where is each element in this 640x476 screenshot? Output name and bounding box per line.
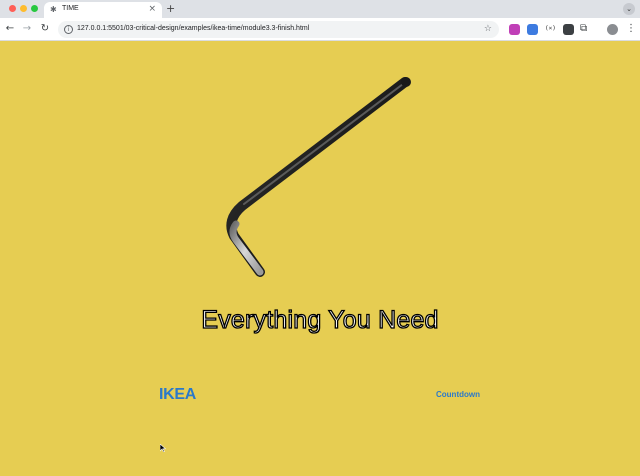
extension-icon[interactable]	[509, 24, 520, 35]
mouse-cursor-icon	[160, 444, 166, 452]
browser-toolbar: ← → ↻ i 127.0.0.1:5501/03-critical-desig…	[0, 18, 640, 41]
new-tab-button[interactable]: +	[166, 2, 175, 15]
ikea-logo[interactable]: IKEA	[159, 386, 196, 404]
countdown-link[interactable]: Countdown	[436, 390, 480, 399]
translate-extension-icon[interactable]	[527, 24, 538, 35]
tab-favicon-icon: ✱	[50, 5, 57, 14]
site-info-icon[interactable]: i	[64, 25, 73, 34]
extensions-menu-icon[interactable]: ⧉	[580, 22, 587, 36]
address-bar[interactable]: i 127.0.0.1:5501/03-critical-design/exam…	[58, 21, 499, 38]
browser-menu-icon[interactable]: ⋮	[626, 22, 636, 36]
window-maximize-button[interactable]	[31, 5, 38, 12]
tab-close-icon[interactable]: ×	[148, 4, 156, 15]
page-headline: Everything You Need	[201, 305, 439, 334]
window-minimize-button[interactable]	[20, 5, 27, 12]
url-text[interactable]: 127.0.0.1:5501/03-critical-design/exampl…	[77, 25, 309, 32]
code-extension-icon[interactable]: (×)	[545, 23, 556, 34]
tab-strip: ✱ TIME × + ⌄	[0, 0, 640, 18]
window-close-button[interactable]	[9, 5, 16, 12]
tab-search-button[interactable]: ⌄	[623, 3, 635, 15]
back-button[interactable]: ←	[3, 22, 17, 36]
puzzle-extension-icon[interactable]	[563, 24, 574, 35]
tab-title: TIME	[62, 5, 79, 12]
page-content: Everything You Need IKEA Countdown	[0, 42, 640, 476]
forward-button[interactable]: →	[20, 22, 34, 36]
reload-button[interactable]: ↻	[38, 22, 52, 36]
bookmark-star-icon[interactable]: ☆	[484, 23, 492, 35]
browser-tab[interactable]: ✱ TIME ×	[44, 2, 162, 18]
profile-avatar[interactable]	[607, 24, 618, 35]
allen-key-image	[226, 77, 411, 277]
